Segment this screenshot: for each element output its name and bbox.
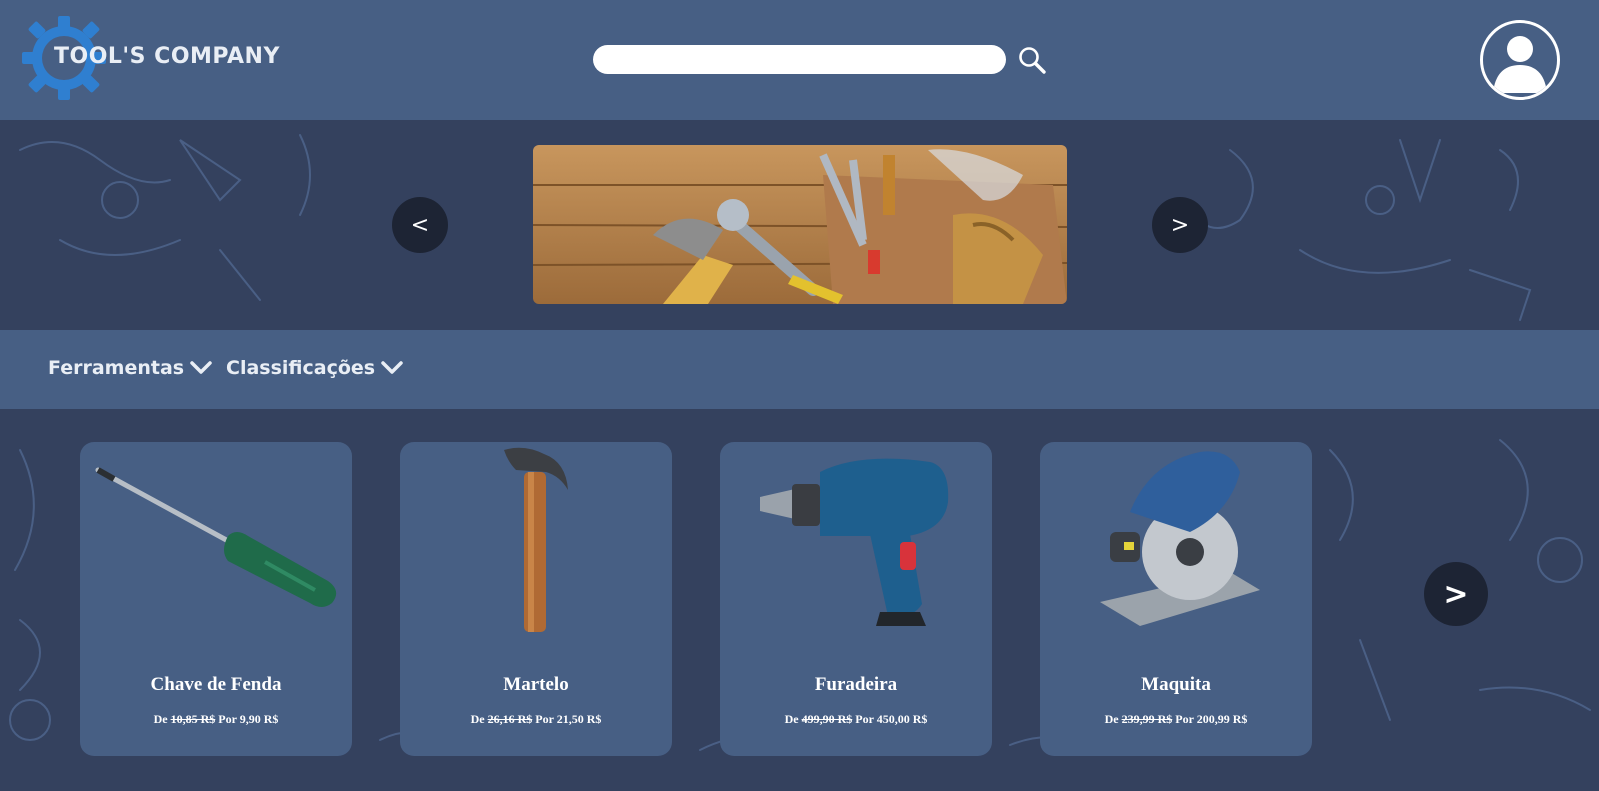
new-price: 9,90 R$ (239, 712, 279, 726)
logo-text: TOOL'S COMPANY (54, 44, 280, 69)
banner-image (533, 145, 1067, 304)
old-price: 10,85 R$ (170, 712, 216, 726)
search-icon[interactable] (1016, 44, 1048, 76)
screwdriver-image (95, 467, 337, 607)
tools-banner-illustration (533, 145, 1067, 304)
price-by-label: Por (1175, 712, 1194, 726)
price-from-label: De (153, 712, 168, 726)
carousel-next-label: > (1170, 212, 1190, 238)
old-price: 239,99 R$ (1121, 712, 1173, 726)
price-from-label: De (1104, 712, 1119, 726)
price-from-label: De (470, 712, 485, 726)
product-name: Maquita (1141, 674, 1211, 695)
old-price: 26,16 R$ (487, 712, 533, 726)
product-price: De 239,99 R$ Por 200,99 R$ (1040, 712, 1312, 727)
price-by-label: Por (218, 712, 237, 726)
products-next-button[interactable]: > (1424, 562, 1488, 626)
chevron-down-icon (381, 361, 403, 374)
price-by-label: Por (855, 712, 874, 726)
search-input[interactable] (593, 45, 1006, 74)
logo[interactable]: TOOL'S COMPANY (22, 16, 282, 100)
price-from-label: De (784, 712, 799, 726)
menu-ferramentas[interactable]: Ferramentas (48, 357, 212, 379)
product-name: Martelo (503, 674, 569, 695)
products-next-label: > (1443, 576, 1469, 612)
product-price: De 499,90 R$ Por 450,00 R$ (720, 712, 992, 727)
new-price: 21,50 R$ (556, 712, 602, 726)
product-price: De 10,85 R$ Por 9,90 R$ (80, 712, 352, 727)
product-card[interactable]: Maquita De 239,99 R$ Por 200,99 R$ (1040, 442, 1312, 756)
carousel-prev-label: < (410, 212, 430, 238)
user-avatar[interactable] (1480, 20, 1560, 100)
old-price: 499,90 R$ (801, 712, 853, 726)
carousel-prev-button[interactable]: < (392, 197, 448, 253)
price-by-label: Por (535, 712, 554, 726)
product-name: Furadeira (814, 674, 898, 695)
user-icon (1493, 36, 1547, 93)
menu-ferramentas-label: Ferramentas (48, 357, 185, 379)
product-card[interactable]: Furadeira De 499,90 R$ Por 450,00 R$ (720, 442, 992, 756)
product-card[interactable]: Martelo De 26,16 R$ Por 21,50 R$ (400, 442, 672, 756)
new-price: 200,99 R$ (1196, 712, 1248, 726)
new-price: 450,00 R$ (876, 712, 928, 726)
category-bar: Ferramentas Classificações (0, 330, 1599, 409)
chevron-down-icon (190, 361, 212, 374)
hammer-image (504, 447, 568, 632)
product-name: Chave de Fenda (150, 674, 282, 695)
carousel-next-button[interactable]: > (1152, 197, 1208, 253)
drill-image (760, 458, 949, 626)
product-card[interactable]: Chave de Fenda De 10,85 R$ Por 9,90 R$ (80, 442, 352, 756)
top-header: TOOL'S COMPANY (0, 0, 1599, 120)
menu-classificacoes-label: Classificações (226, 357, 376, 379)
product-list: Chave de Fenda De 10,85 R$ Por 9,90 R$ M… (0, 409, 1599, 791)
circular-saw-image (1100, 451, 1260, 626)
menu-classificacoes[interactable]: Classificações (226, 357, 403, 379)
hero-carousel: < > (0, 120, 1599, 330)
product-price: De 26,16 R$ Por 21,50 R$ (400, 712, 672, 727)
